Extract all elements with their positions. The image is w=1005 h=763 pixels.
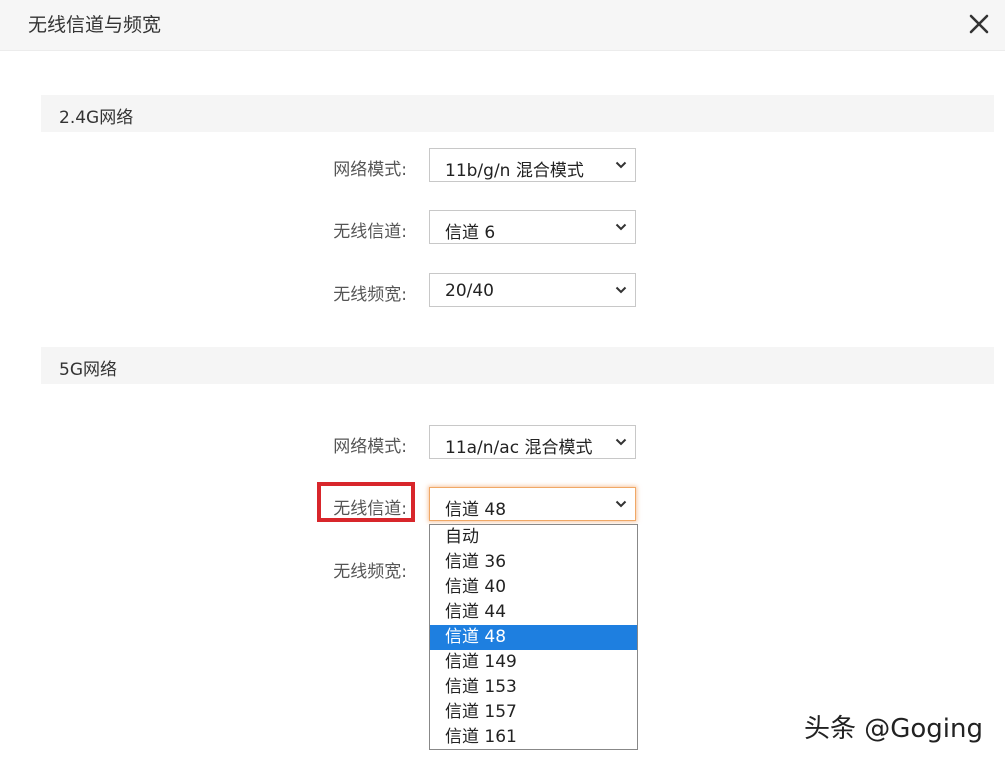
chevron-down-icon (615, 161, 627, 169)
watermark: 头条 @Goging (803, 714, 983, 744)
select-24g-mode-value: 11b/g/n 混合模式 (445, 161, 584, 181)
chevron-down-icon (615, 500, 627, 508)
close-button[interactable] (967, 12, 991, 36)
close-icon (969, 14, 989, 34)
label-24g-mode: 网络模式: (333, 160, 407, 180)
select-24g-bandwidth-value: 20/40 (445, 281, 494, 301)
chevron-down-icon (615, 223, 627, 231)
chevron-down-icon (615, 286, 627, 294)
dropdown-option[interactable]: 信道 36 (430, 550, 637, 575)
select-5g-channel[interactable]: 信道 48 (429, 487, 636, 521)
dropdown-option[interactable]: 信道 44 (430, 600, 637, 625)
select-5g-channel-value: 信道 48 (445, 500, 507, 520)
select-5g-mode[interactable]: 11a/n/ac 混合模式 (429, 425, 636, 459)
dropdown-option[interactable]: 自动 (430, 525, 637, 550)
select-5g-mode-value: 11a/n/ac 混合模式 (445, 438, 593, 458)
section-title-5g: 5G网络 (59, 360, 117, 380)
section-header-5g: 5G网络 (41, 347, 994, 384)
dropdown-option[interactable]: 信道 40 (430, 575, 637, 600)
select-24g-channel[interactable]: 信道 6 (429, 210, 636, 244)
section-header-24g: 2.4G网络 (41, 95, 994, 132)
label-24g-bandwidth: 无线频宽: (333, 285, 407, 305)
dialog-header: 无线信道与频宽 (0, 0, 1005, 51)
annotation-highlight-box (317, 482, 415, 522)
dropdown-option[interactable]: 信道 149 (430, 650, 637, 675)
label-5g-mode: 网络模式: (333, 437, 407, 457)
dropdown-option[interactable]: 信道 157 (430, 700, 637, 725)
section-title-24g: 2.4G网络 (59, 108, 134, 128)
dropdown-option[interactable]: 信道 161 (430, 725, 637, 750)
wireless-channel-dialog: 无线信道与频宽 2.4G网络 网络模式: 11b/g/n 混合模式 无线信道: … (0, 0, 1005, 763)
chevron-down-icon (615, 438, 627, 446)
dialog-title: 无线信道与频宽 (28, 14, 162, 36)
label-24g-channel: 无线信道: (333, 222, 407, 242)
label-5g-bandwidth: 无线频宽: (333, 562, 407, 582)
select-24g-bandwidth[interactable]: 20/40 (429, 273, 636, 307)
channel-dropdown-list: 自动 信道 36 信道 40 信道 44 信道 48 信道 149 信道 153… (429, 524, 638, 750)
select-24g-mode[interactable]: 11b/g/n 混合模式 (429, 148, 636, 182)
select-24g-channel-value: 信道 6 (445, 223, 496, 243)
dropdown-option-selected[interactable]: 信道 48 (430, 625, 637, 650)
dropdown-option[interactable]: 信道 153 (430, 675, 637, 700)
